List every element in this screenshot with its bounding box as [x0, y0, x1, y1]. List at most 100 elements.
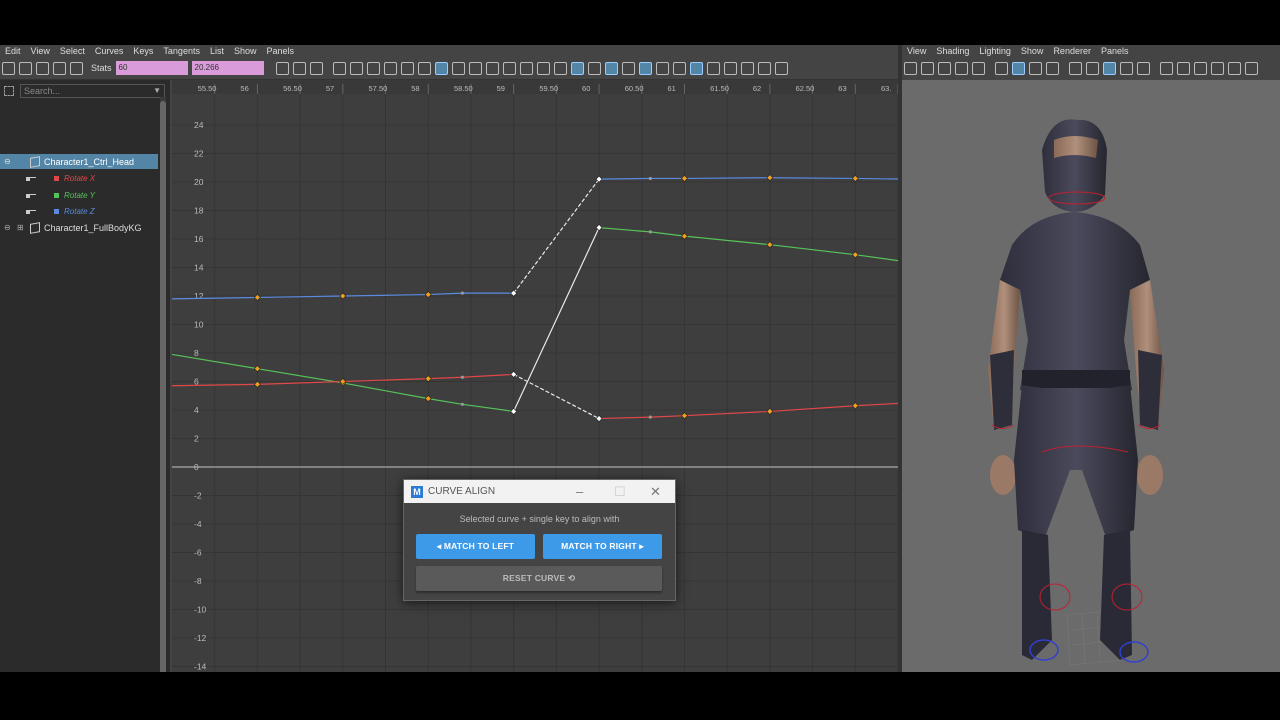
curve-segment-rotate-x[interactable] [172, 383, 258, 387]
keyframe-point[interactable] [424, 395, 432, 403]
curve-segment-rotate-z[interactable] [684, 177, 770, 180]
keyframe-point[interactable] [595, 224, 603, 232]
keyframe-point[interactable] [253, 365, 261, 373]
maximize-icon[interactable]: ☐ [614, 484, 626, 500]
isolate-curve-icon[interactable] [689, 61, 703, 75]
curve-segment-rotate-z[interactable] [428, 292, 463, 296]
menu-item-curves[interactable]: Curves [90, 46, 129, 56]
keyframe-point[interactable] [766, 174, 774, 182]
free-weight-icon[interactable] [485, 61, 499, 75]
attribute-row[interactable]: Rotate Z [26, 204, 95, 219]
cycle-offset-icon[interactable] [672, 61, 686, 75]
step-tangent-icon[interactable] [417, 61, 431, 75]
curve-segment-rotate-y[interactable] [650, 231, 685, 237]
isolate-select-icon[interactable] [1194, 61, 1207, 75]
frame-playback-icon[interactable] [292, 61, 306, 75]
lights-icon[interactable] [1137, 61, 1150, 75]
keyframe-point[interactable] [424, 291, 432, 298]
trax-icon[interactable] [740, 61, 754, 75]
curve-segment-rotate-y[interactable] [855, 254, 898, 262]
keyframe-point[interactable] [339, 292, 347, 300]
keyframe-point[interactable] [851, 402, 859, 410]
curve-segment-rotate-z[interactable] [855, 177, 898, 180]
curve-segment-rotate-y[interactable] [428, 398, 463, 405]
outliner-node-fullbody[interactable]: ⊖ ⊞ Character1_FullBodyKG [0, 220, 158, 235]
grid-icon[interactable] [972, 61, 985, 75]
tangent-handle[interactable] [648, 176, 652, 181]
keyframe-point[interactable] [510, 370, 518, 378]
field-chart-icon[interactable] [1046, 61, 1059, 75]
buffer-curve-icon[interactable] [519, 61, 533, 75]
menu-item-view[interactable]: View [902, 46, 931, 56]
lock-weight-icon[interactable] [502, 61, 516, 75]
expand-icon[interactable]: ⊞ [17, 223, 24, 232]
camera-icon[interactable] [904, 61, 917, 75]
keyframe-point[interactable] [253, 380, 261, 388]
tangent-handle[interactable] [460, 375, 464, 379]
chevron-down-icon[interactable]: ▼ [153, 85, 161, 97]
reset-curve-button[interactable]: RESET CURVE ⟲ [416, 566, 662, 591]
bookmark-icon[interactable] [938, 61, 951, 75]
keyframe-point[interactable] [766, 408, 774, 415]
break-tangent-icon[interactable] [451, 61, 465, 75]
move-key-icon[interactable] [2, 61, 15, 75]
plateau-tangent-icon[interactable] [434, 61, 448, 75]
tangent-handle[interactable] [648, 230, 652, 234]
keyframe-point[interactable] [510, 408, 518, 415]
keyframe-point[interactable] [681, 232, 688, 240]
reset-icon[interactable] [706, 61, 720, 75]
menu-item-list[interactable]: List [205, 46, 229, 56]
curve-segment-rotate-x[interactable] [650, 415, 685, 418]
image-plane-icon[interactable] [955, 61, 968, 75]
retime-icon[interactable] [70, 61, 83, 75]
menu-item-tangents[interactable]: Tangents [158, 46, 205, 56]
curve-segment-rotate-x[interactable] [855, 402, 898, 407]
unify-tangent-icon[interactable] [468, 61, 482, 75]
keyframe-point[interactable] [424, 375, 432, 383]
keyframe-point[interactable] [851, 251, 859, 259]
smooth-shade-icon[interactable] [1103, 61, 1116, 75]
curve-segment-rotate-z[interactable] [172, 296, 258, 300]
filter-icon[interactable] [4, 86, 14, 96]
curve-segment-rotate-y[interactable] [599, 227, 651, 233]
attribute-row[interactable]: Rotate Y [26, 188, 95, 203]
post-infinity-icon[interactable] [638, 61, 652, 75]
3d-viewport[interactable]: persp [902, 80, 1280, 672]
scroll-thumb[interactable] [160, 101, 166, 672]
pre-infinity-icon[interactable] [621, 61, 635, 75]
menu-item-renderer[interactable]: Renderer [1048, 46, 1096, 56]
menu-item-panels[interactable]: Panels [1096, 46, 1134, 56]
region-icon[interactable] [53, 61, 66, 75]
tangent-handle[interactable] [460, 291, 464, 295]
menu-item-shading[interactable]: Shading [931, 46, 974, 56]
textured-icon[interactable] [1120, 61, 1133, 75]
curve-segment-rotate-x[interactable] [462, 373, 514, 378]
keyframe-point[interactable] [595, 415, 603, 422]
snap-icon[interactable] [570, 61, 584, 75]
keyframe-point[interactable] [681, 175, 688, 182]
dialog-titlebar[interactable]: M CURVE ALIGN – ☐ ✕ [404, 480, 675, 503]
stat-value-field[interactable]: 20.266 [191, 61, 264, 75]
menu-item-edit[interactable]: Edit [0, 46, 26, 56]
swap-buffer-icon[interactable] [536, 61, 550, 75]
safe-action-icon[interactable] [1069, 61, 1082, 75]
match-to-left-button[interactable]: ◂ MATCH TO LEFT [416, 534, 535, 559]
outliner-node-head[interactable]: ⊖ Character1_Ctrl_Head [0, 154, 158, 169]
outliner-scrollbar-vertical[interactable] [160, 97, 166, 672]
timeeditor-icon[interactable] [757, 61, 771, 75]
menu-item-show[interactable]: Show [1016, 46, 1049, 56]
menu-item-lighting[interactable]: Lighting [974, 46, 1016, 56]
insert-key-icon[interactable] [19, 61, 32, 75]
timeline-bar[interactable] [172, 80, 898, 94]
resolution-gate-icon[interactable] [1012, 61, 1025, 75]
keyframe-point[interactable] [253, 294, 261, 301]
gate-mask-icon[interactable] [1029, 61, 1042, 75]
menu-item-select[interactable]: Select [55, 46, 90, 56]
tangent-handle[interactable] [648, 415, 652, 419]
curve-segment-rotate-x[interactable] [428, 376, 463, 380]
spline-tangent-icon[interactable] [349, 61, 363, 75]
stack-view-icon[interactable] [604, 61, 618, 75]
stat-frame-field[interactable]: 60 [115, 61, 188, 75]
mute-icon[interactable] [553, 61, 567, 75]
dope-sheet-icon[interactable] [723, 61, 737, 75]
